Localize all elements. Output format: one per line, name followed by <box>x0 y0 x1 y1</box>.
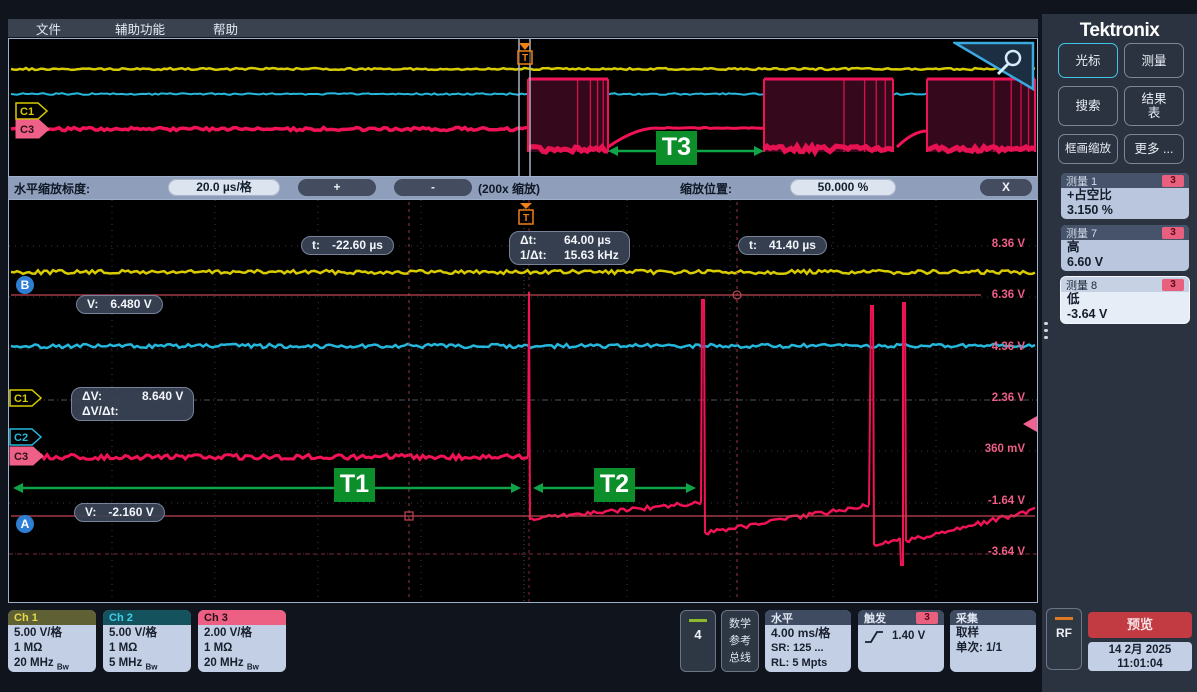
scale-label-1: 6.36 V <box>992 289 1025 301</box>
channel3-badge[interactable]: Ch 3 2.00 V/格 1 MΩ 20 MHz Bw <box>198 610 286 672</box>
source-badge: 3 <box>1162 175 1184 187</box>
cursors-button[interactable]: 光标 <box>1058 43 1118 78</box>
cursor-delta-readout[interactable]: Δt:64.00 µs 1/Δt:15.63 kHz <box>509 231 630 265</box>
svg-text:C1: C1 <box>20 106 34 118</box>
preview-status-button[interactable]: 预览 <box>1088 612 1192 638</box>
cursor-v-bottom-readout[interactable]: V:-2.160 V <box>74 503 165 522</box>
oscilloscope-screen: 文件 辅助功能 帮助 C1 C3 T T3 水平缩放标度: 20. <box>0 0 1197 692</box>
zoom-position-value[interactable]: 50.000 % <box>790 179 896 196</box>
horizontal-badge[interactable]: 水平 4.00 ms/格 SR: 125 ... RL: 5 Mpts <box>765 610 851 672</box>
zoom-close-button[interactable]: X <box>980 179 1032 196</box>
menu-item-utility[interactable]: 辅助功能 <box>105 19 175 38</box>
cursor-a-time-readout[interactable]: t:-22.60 µs <box>301 236 394 255</box>
search-button[interactable]: 搜索 <box>1058 86 1118 126</box>
box-zoom-button[interactable]: 框画缩放 <box>1058 134 1118 164</box>
scale-label-0: 8.36 V <box>992 238 1025 250</box>
scale-label-3: 2.36 V <box>992 392 1025 404</box>
main-channel1-flag[interactable]: C1 <box>9 389 43 408</box>
trigger-position-marker[interactable]: T <box>514 41 536 65</box>
zoom-in-button[interactable]: + <box>298 179 376 196</box>
zoom-magnifier-icon[interactable] <box>953 41 1035 91</box>
svg-text:C2: C2 <box>14 432 28 444</box>
measurement-tile-7[interactable]: 测量 73 高6.60 V <box>1061 225 1189 271</box>
math-ref-bus-badge[interactable]: 数学 参考 总线 <box>721 610 759 672</box>
cursor-v-top-readout[interactable]: V:6.480 V <box>76 295 163 314</box>
rf-badge[interactable]: RF <box>1046 608 1082 670</box>
trigger-badge[interactable]: 触发 3 1.40 V <box>858 610 944 672</box>
svg-text:T: T <box>523 213 529 224</box>
rising-edge-icon <box>864 630 884 644</box>
menu-item-help[interactable]: 帮助 <box>203 19 248 38</box>
zoom-scale-value[interactable]: 20.0 µs/格 <box>168 179 280 196</box>
menu-item-file[interactable]: 文件 <box>26 19 71 38</box>
svg-text:C1: C1 <box>14 393 28 405</box>
zoom-out-button[interactable]: - <box>394 179 472 196</box>
cursor-b-time-readout[interactable]: t:41.40 µs <box>738 236 827 255</box>
cursor-dv-readout[interactable]: ΔV:8.640 V ΔV/Δt: <box>71 387 194 421</box>
results-table-button[interactable]: 结果表 <box>1124 86 1184 126</box>
source-badge: 3 <box>1162 279 1184 291</box>
channel3-flag[interactable]: C3 <box>15 119 51 139</box>
waveform-count-badge[interactable]: 4 <box>680 610 716 672</box>
trigger-source-badge: 3 <box>916 612 938 624</box>
cursor-b-badge[interactable]: B <box>16 276 34 294</box>
measure-button[interactable]: 测量 <box>1124 43 1184 78</box>
channel2-badge[interactable]: Ch 2 5.00 V/格 1 MΩ 5 MHz Bw <box>103 610 191 672</box>
source-badge: 3 <box>1162 227 1184 239</box>
measurement-tile-1[interactable]: 测量 13 +占空比3.150 % <box>1061 173 1189 219</box>
zoom-overview-display[interactable]: C1 C3 T T3 <box>8 38 1038 177</box>
svg-text:T: T <box>522 53 528 64</box>
tektronix-logo: Tektronix <box>1042 20 1197 42</box>
panel-drag-handle[interactable] <box>1043 318 1049 343</box>
main-trigger-marker[interactable]: T <box>515 202 537 226</box>
zoom-scale-label: 水平缩放标度: <box>14 180 90 197</box>
scale-label-2: 4.36 V <box>992 341 1025 353</box>
menu-bar: 文件 辅助功能 帮助 <box>8 19 1038 37</box>
waveform-color-dash <box>689 619 707 622</box>
scale-label-4: 360 mV <box>985 443 1025 455</box>
zoom-factor-label: (200x 缩放) <box>478 180 540 197</box>
datetime-display: 14 2月 2025 11:01:04 <box>1088 642 1192 671</box>
channel1-badge[interactable]: Ch 1 5.00 V/格 1 MΩ 20 MHz Bw <box>8 610 96 672</box>
rf-color-dash <box>1055 617 1073 620</box>
cursor-a-badge[interactable]: A <box>16 515 34 533</box>
main-channel3-flag[interactable]: C3 <box>9 446 45 466</box>
svg-text:C3: C3 <box>14 451 28 463</box>
main-waveform-display[interactable]: T t:-22.60 µs Δt:64.00 µs 1/Δt:15.63 kHz… <box>8 199 1038 603</box>
t2-annotation: T2 <box>594 468 635 502</box>
measurement-tile-8[interactable]: 测量 83 低-3.64 V <box>1061 277 1189 323</box>
zoom-position-label: 缩放位置: <box>680 180 732 197</box>
acquisition-badge[interactable]: 采集 取样 单次: 1/1 <box>950 610 1036 672</box>
t1-annotation: T1 <box>334 468 375 502</box>
more-button[interactable]: 更多 ... <box>1124 134 1184 164</box>
t3-annotation: T3 <box>656 131 697 165</box>
scale-label-6: -3.64 V <box>988 546 1025 558</box>
scale-label-5: -1.64 V <box>988 495 1025 507</box>
svg-text:C3: C3 <box>20 124 34 136</box>
right-sidebar: Tektronix 光标 测量 搜索 结果表 框画缩放 更多 ... 测量 13… <box>1042 14 1197 692</box>
main-channel2-flag[interactable]: C2 <box>9 428 43 447</box>
zoom-control-bar: 水平缩放标度: 20.0 µs/格 + - (200x 缩放) 缩放位置: 50… <box>8 177 1038 199</box>
